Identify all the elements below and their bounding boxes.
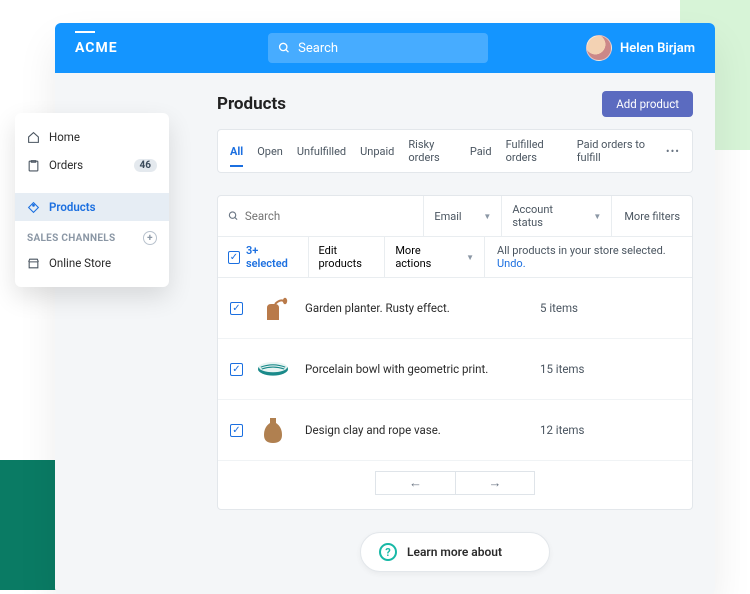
- orders-badge: 46: [134, 159, 157, 172]
- filter-search-input[interactable]: [245, 209, 413, 223]
- product-qty: 12 items: [540, 423, 680, 437]
- table-row[interactable]: ✓ Garden planter. Rusty effect. 5 items: [218, 278, 692, 339]
- help-icon: ?: [379, 543, 397, 561]
- home-icon: [27, 131, 41, 144]
- filter-account-status-dropdown[interactable]: Account status▼: [502, 196, 612, 236]
- search-icon: [228, 210, 239, 222]
- chevron-down-icon: ▼: [483, 212, 491, 221]
- avatar: [586, 35, 612, 61]
- select-all-checkbox[interactable]: ✓: [228, 251, 240, 264]
- main-content: Products Add product All Open Unfulfille…: [195, 73, 715, 594]
- prev-page-button[interactable]: ←: [375, 471, 455, 495]
- sidebar-item-online-store[interactable]: Online Store: [15, 249, 169, 277]
- undo-link[interactable]: Undo.: [497, 257, 526, 270]
- row-checkbox[interactable]: ✓: [230, 363, 243, 376]
- edit-products-button[interactable]: Edit products: [309, 237, 386, 277]
- store-icon: [27, 257, 41, 270]
- tab-open[interactable]: Open: [257, 145, 283, 158]
- page-title: Products: [217, 94, 286, 114]
- selected-count: 3+ selected: [246, 244, 298, 270]
- tab-bar: All Open Unfulfilled Unpaid Risky orders…: [217, 129, 693, 173]
- tab-paid-to-fulfill[interactable]: Paid orders to fulfill: [577, 138, 652, 164]
- sidebar-item-orders[interactable]: Orders 46: [15, 151, 169, 179]
- global-search-input[interactable]: [298, 41, 477, 56]
- table-row[interactable]: ✓ Design clay and rope vase. 12 items: [218, 400, 692, 461]
- chevron-down-icon: ▼: [466, 253, 474, 262]
- search-icon: [278, 41, 291, 55]
- product-thumbnail: [257, 292, 289, 324]
- tab-risky[interactable]: Risky orders: [408, 138, 455, 164]
- sidebar-item-products[interactable]: Products: [15, 193, 169, 221]
- product-name: Design clay and rope vase.: [305, 423, 540, 437]
- table-row[interactable]: ✓ Porcelain bowl with geometric print. 1…: [218, 339, 692, 400]
- brand-logo: ACME: [75, 40, 118, 56]
- row-checkbox[interactable]: ✓: [230, 302, 243, 315]
- tab-all[interactable]: All: [230, 145, 243, 158]
- bulk-action-row: ✓ 3+ selected Edit products More actions…: [218, 237, 692, 278]
- tab-paid[interactable]: Paid: [470, 145, 492, 158]
- product-name: Garden planter. Rusty effect.: [305, 301, 540, 315]
- global-search[interactable]: [268, 33, 488, 63]
- top-bar: ACME Helen Birjam: [55, 23, 715, 73]
- more-filters-button[interactable]: More filters: [612, 196, 692, 236]
- selection-message: All products in your store selected. Und…: [485, 237, 692, 277]
- tab-unfulfilled[interactable]: Unfulfilled: [297, 145, 346, 158]
- add-channel-button[interactable]: +: [143, 231, 157, 245]
- product-thumbnail: [257, 414, 289, 446]
- sidebar: Home Orders 46 Products SALES CHANNELS +…: [15, 113, 169, 287]
- chevron-down-icon: ▼: [593, 212, 601, 221]
- next-page-button[interactable]: →: [455, 471, 535, 495]
- filter-search[interactable]: [218, 196, 424, 236]
- products-panel: Email▼ Account status▼ More filters ✓ 3+…: [217, 195, 693, 510]
- add-product-button[interactable]: Add product: [602, 91, 693, 117]
- product-name: Porcelain bowl with geometric print.: [305, 362, 540, 376]
- user-name: Helen Birjam: [620, 41, 695, 56]
- tab-fulfilled[interactable]: Fulfilled orders: [506, 138, 563, 164]
- tab-overflow-button[interactable]: •••: [666, 145, 680, 158]
- learn-more-button[interactable]: ? Learn more about: [360, 532, 550, 572]
- product-qty: 5 items: [540, 301, 680, 315]
- app-window: ACME Helen Birjam Products Add product A…: [55, 23, 715, 594]
- select-all-cell[interactable]: ✓ 3+ selected: [218, 237, 309, 277]
- tag-icon: [27, 201, 41, 214]
- row-checkbox[interactable]: ✓: [230, 424, 243, 437]
- orders-icon: [27, 159, 41, 172]
- product-qty: 15 items: [540, 362, 680, 376]
- user-menu[interactable]: Helen Birjam: [586, 35, 695, 61]
- tab-unpaid[interactable]: Unpaid: [360, 145, 394, 158]
- pagination: ← →: [218, 461, 692, 509]
- product-thumbnail: [257, 353, 289, 385]
- filter-email-dropdown[interactable]: Email▼: [424, 196, 502, 236]
- sidebar-channels-heading: SALES CHANNELS +: [15, 221, 169, 249]
- sidebar-item-home[interactable]: Home: [15, 123, 169, 151]
- filter-row: Email▼ Account status▼ More filters: [218, 196, 692, 237]
- more-actions-dropdown[interactable]: More actions ▼: [385, 237, 485, 277]
